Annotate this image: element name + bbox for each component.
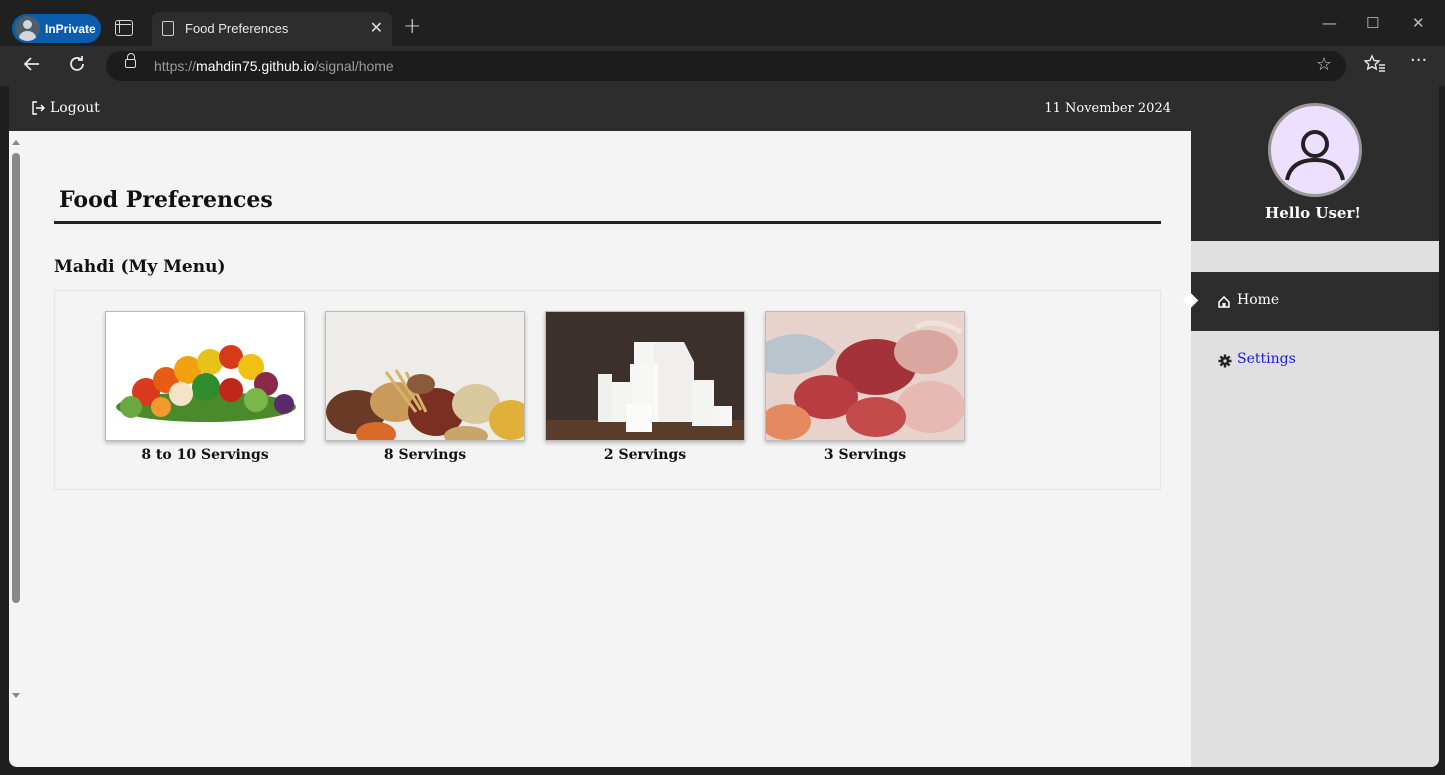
user-avatar-icon — [1268, 103, 1362, 197]
logout-icon — [31, 101, 45, 115]
grains-image — [325, 311, 525, 441]
meat-image — [765, 311, 965, 441]
close-window-button[interactable]: ✕ — [1412, 14, 1425, 32]
page-title: Food Preferences — [59, 187, 273, 213]
inprivate-label: InPrivate — [45, 21, 96, 36]
page-viewport: Logout 11 November 2024 Food Preferences… — [9, 86, 1439, 767]
tab-close-icon[interactable]: ✕ — [370, 18, 383, 37]
sidebar-item-home[interactable]: Home — [1182, 272, 1439, 331]
gear-icon — [1218, 353, 1232, 372]
current-date: 11 November 2024 — [1044, 101, 1171, 116]
new-tab-button[interactable]: + — [403, 14, 421, 39]
tab-strip: InPrivate Food Preferences ✕ + — ☐ ✕ — [0, 0, 1445, 46]
profile-avatar-icon — [15, 16, 40, 41]
menu-title: Mahdi (My Menu) — [54, 257, 226, 277]
food-servings-label: 8 to 10 Servings — [141, 447, 269, 463]
favorites-icon[interactable] — [1363, 54, 1386, 79]
food-servings-label: 2 Servings — [603, 447, 687, 463]
inprivate-profile-button[interactable]: InPrivate — [12, 14, 101, 43]
sidebar-item-label: Home — [1237, 292, 1280, 308]
logout-button[interactable]: Logout — [31, 100, 100, 116]
maximize-button[interactable]: ☐ — [1366, 14, 1379, 32]
food-servings-label: 8 Servings — [383, 447, 467, 463]
browser-toolbar: https://mahdin75.github.io/signal/home ☆… — [0, 46, 1445, 86]
address-bar[interactable]: https://mahdin75.github.io/signal/home ☆ — [106, 51, 1346, 81]
sidebar-item-settings[interactable]: Settings — [1191, 331, 1439, 390]
food-card-meat[interactable]: 3 Servings — [765, 311, 965, 463]
more-menu-icon[interactable]: ··· — [1410, 50, 1427, 71]
sidebar-header: Hello User! — [1191, 86, 1439, 241]
food-card-milk[interactable]: 2 Servings — [545, 311, 745, 463]
sidebar-item-label: Settings — [1237, 351, 1296, 367]
tab-actions-icon[interactable] — [115, 20, 133, 36]
minimize-button[interactable]: — — [1322, 14, 1337, 32]
active-indicator — [1182, 292, 1199, 309]
scroll-down-arrow-icon[interactable] — [12, 693, 20, 698]
vegetables-image — [105, 311, 305, 441]
scrollbar-thumb[interactable] — [12, 153, 20, 603]
favorite-star-icon[interactable]: ☆ — [1316, 54, 1332, 75]
food-servings-label: 3 Servings — [823, 447, 907, 463]
home-icon — [1218, 293, 1230, 312]
browser-window: InPrivate Food Preferences ✕ + — ☐ ✕ htt… — [0, 0, 1445, 775]
app-topbar: Logout 11 November 2024 — [9, 86, 1191, 131]
food-card-vegetables[interactable]: 8 to 10 Servings — [105, 311, 305, 463]
logout-label: Logout — [50, 100, 100, 116]
url-text[interactable]: https://mahdin75.github.io/signal/home — [154, 58, 394, 74]
food-menu-panel: 8 to 10 Servings 8 Servings 2 Servings 3… — [54, 290, 1161, 490]
lock-icon[interactable] — [125, 53, 136, 68]
user-greeting: Hello User! — [1265, 204, 1361, 222]
refresh-icon[interactable] — [67, 54, 87, 79]
tab-food-preferences[interactable]: Food Preferences ✕ — [152, 12, 392, 46]
tab-title: Food Preferences — [185, 21, 289, 36]
milk-image — [545, 311, 745, 441]
page-icon — [162, 21, 174, 36]
back-arrow-icon[interactable] — [22, 54, 42, 79]
title-divider — [54, 221, 1161, 224]
scroll-up-arrow-icon[interactable] — [12, 140, 20, 145]
page-scrollbar[interactable] — [9, 131, 23, 709]
food-card-grains[interactable]: 8 Servings — [325, 311, 525, 463]
sidebar: Hello User! Home Settings — [1182, 86, 1439, 767]
